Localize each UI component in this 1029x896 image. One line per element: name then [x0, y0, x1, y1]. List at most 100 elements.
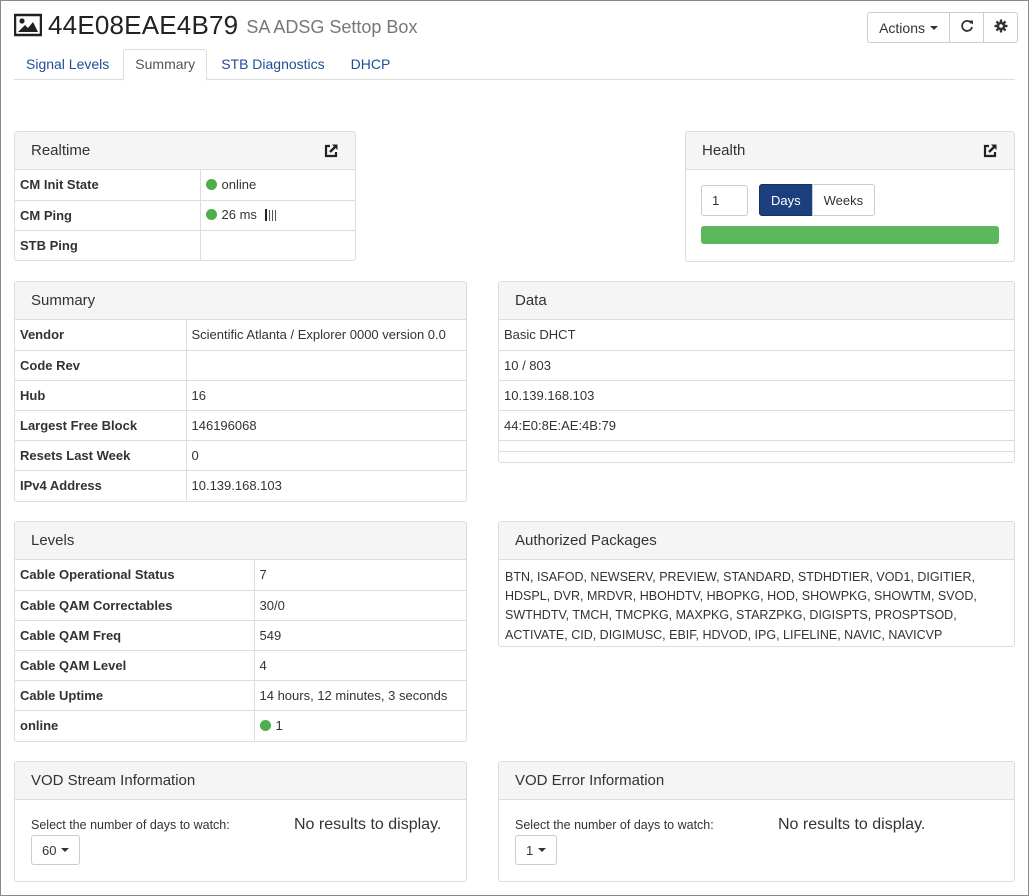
settings-button[interactable]: [983, 12, 1018, 43]
cable-qam-freq-label: Cable QAM Freq: [15, 620, 255, 651]
ipv4-address-label: IPv4 Address: [15, 470, 187, 500]
data-value: 10.139.168.103: [499, 380, 1014, 411]
tab-summary[interactable]: Summary: [123, 49, 208, 81]
actions-dropdown-button[interactable]: Actions: [867, 12, 950, 43]
realtime-panel-heading: Realtime: [15, 132, 355, 170]
table-row: IPv4 Address 10.139.168.103: [15, 470, 466, 500]
external-link-icon[interactable]: [982, 143, 998, 159]
cable-uptime-label: Cable Uptime: [15, 680, 255, 711]
vod-stream-days-select[interactable]: 60: [31, 835, 81, 865]
cable-qam-correctables-label: Cable QAM Correctables: [15, 590, 255, 621]
cable-qam-correctables-value: 30/0: [254, 590, 466, 621]
tab-dhcp[interactable]: DHCP: [339, 49, 403, 80]
tab-stb-diagnostics[interactable]: STB Diagnostics: [209, 49, 336, 80]
image-icon: [13, 13, 43, 37]
caret-down-icon: [61, 848, 70, 852]
status-dot-icon: [205, 208, 217, 220]
realtime-table: CM Init State online CM Ping 26 ms STB P…: [15, 170, 355, 260]
vod-error-empty-message: No results to display.: [778, 816, 926, 833]
external-link-icon[interactable]: [323, 143, 339, 159]
cm-init-state-cell: online: [200, 170, 355, 201]
tab-signal-levels[interactable]: Signal Levels: [14, 49, 121, 80]
levels-title: Levels: [31, 532, 75, 549]
status-dot-icon: [205, 179, 217, 191]
table-row: Cable Uptime 14 hours, 12 minutes, 3 sec…: [15, 680, 466, 711]
summary-table: Vendor Scientific Atlanta / Explorer 000…: [15, 320, 466, 500]
table-row: Hub 16: [15, 380, 466, 411]
cable-operational-status-value: 7: [254, 560, 466, 591]
authorized-packages-panel: Authorized Packages BTN, ISAFOD, NEWSERV…: [498, 521, 1015, 647]
summary-panel: Summary Vendor Scientific Atlanta / Expl…: [14, 281, 467, 502]
online-label: online: [15, 710, 255, 740]
table-row: Basic DHCT: [499, 320, 1014, 351]
data-title: Data: [515, 292, 547, 309]
vod-error-title: VOD Error Information: [515, 772, 665, 789]
table-row: Cable QAM Correctables 30/0: [15, 590, 466, 621]
health-controls: 1 Days Weeks: [701, 184, 999, 216]
table-row: Resets Last Week 0: [15, 440, 466, 471]
hub-label: Hub: [15, 380, 187, 411]
vod-stream-days-label: Select the number of days to watch:: [31, 818, 230, 832]
vod-stream-panel: VOD Stream Information Select the number…: [14, 761, 467, 882]
summary-panel-heading: Summary: [15, 282, 466, 320]
authorized-packages-list: BTN, ISAFOD, NEWSERV, PREVIEW, STANDARD,…: [505, 570, 977, 642]
data-panel-heading: Data: [499, 282, 1014, 320]
table-row: Cable QAM Freq 549: [15, 620, 466, 651]
actions-label: Actions: [879, 19, 925, 36]
data-value: 44:E0:8E:AE:4B:79: [499, 410, 1014, 441]
online-value: 1: [275, 717, 283, 733]
vod-error-panel: VOD Error Information Select the number …: [498, 761, 1015, 882]
device-type-subtitle: SA ADSG Settop Box: [246, 16, 418, 37]
vod-error-days-select[interactable]: 1: [515, 835, 558, 865]
cm-ping-value: 26 ms: [221, 206, 257, 222]
cm-init-state-label: CM Init State: [15, 170, 201, 201]
table-row: Code Rev: [15, 350, 466, 381]
largest-free-block-value: 146196068: [186, 410, 466, 441]
data-value: 10 / 803: [499, 350, 1014, 381]
vod-error-heading: VOD Error Information: [499, 762, 1014, 800]
cable-qam-freq-value: 549: [254, 620, 466, 651]
stb-ping-value: [200, 230, 355, 260]
days-button[interactable]: Days: [759, 184, 813, 216]
cm-ping-cell: 26 ms: [200, 200, 355, 231]
vod-error-days-label: Select the number of days to watch:: [515, 818, 714, 832]
data-value: Basic DHCT: [499, 320, 1014, 351]
ipv4-address-value: 10.139.168.103: [191, 477, 282, 493]
table-row: CM Ping 26 ms: [15, 200, 355, 231]
health-panel-heading: Health: [686, 132, 1014, 170]
weeks-button[interactable]: Weeks: [811, 184, 876, 216]
vod-stream-days-value: 60: [42, 842, 57, 858]
signal-bars-icon: [264, 208, 279, 224]
gear-icon: [994, 19, 1008, 36]
status-dot-icon: [259, 719, 271, 731]
resets-last-week-value: 0: [186, 440, 466, 471]
table-row: 44:E0:8E:AE:4B:79: [499, 410, 1014, 441]
health-unit-toggle: Days Weeks: [759, 184, 876, 216]
table-row: CM Init State online: [15, 170, 355, 201]
header-toolbar: Actions: [867, 12, 1018, 43]
largest-free-block-label: Largest Free Block: [15, 410, 187, 441]
refresh-icon: [960, 19, 974, 36]
health-count-input[interactable]: 1: [701, 184, 748, 216]
data-value: [499, 440, 1014, 452]
summary-title: Summary: [31, 292, 96, 309]
vod-stream-empty-message: No results to display.: [294, 816, 442, 833]
health-title: Health: [702, 142, 746, 159]
health-panel: Health 1 Days Weeks: [685, 131, 1015, 262]
table-row: online 1: [15, 710, 466, 740]
cm-init-state-value: online: [221, 177, 257, 193]
refresh-button[interactable]: [949, 12, 984, 43]
data-panel: Data Basic DHCT 10 / 803 10.139.168.103 …: [498, 281, 1015, 463]
authorized-packages-heading: Authorized Packages: [499, 522, 1014, 560]
levels-panel: Levels Cable Operational Status 7 Cable …: [14, 521, 467, 742]
code-rev-label: Code Rev: [15, 350, 187, 381]
stb-ping-label: STB Ping: [15, 230, 201, 260]
vendor-value: Scientific Atlanta / Explorer 0000 versi…: [186, 320, 466, 351]
hub-value: 16: [186, 380, 466, 411]
table-row: 10 / 803: [499, 350, 1014, 381]
vod-error-body: Select the number of days to watch: No r…: [499, 800, 1014, 881]
data-table: Basic DHCT 10 / 803 10.139.168.103 44:E0…: [499, 320, 1014, 452]
online-cell: 1: [254, 710, 466, 740]
caret-down-icon: [538, 848, 547, 852]
code-rev-value: [186, 350, 466, 381]
